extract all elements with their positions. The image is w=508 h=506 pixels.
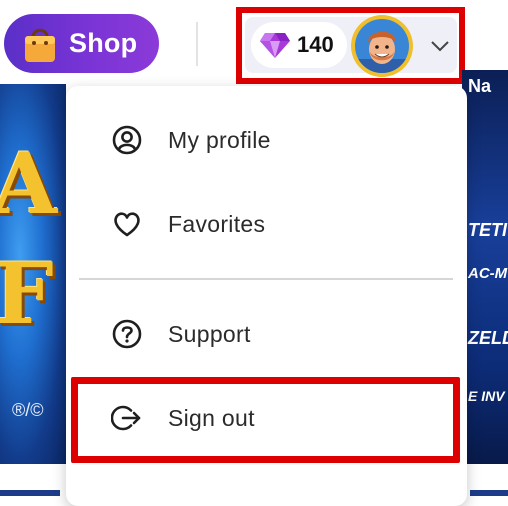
gem-icon bbox=[259, 31, 291, 59]
card-edge bbox=[470, 490, 508, 496]
menu-item-favorites[interactable]: Favorites bbox=[66, 189, 467, 259]
question-circle-icon bbox=[111, 318, 143, 350]
menu-item-label: Favorites bbox=[168, 210, 266, 237]
avatar[interactable] bbox=[351, 15, 413, 77]
menu-item-my-profile[interactable]: My profile bbox=[66, 105, 467, 175]
heart-icon bbox=[111, 208, 143, 240]
menu-item-support[interactable]: Support bbox=[66, 299, 467, 369]
shopping-bag-icon bbox=[22, 24, 58, 64]
banner-art-text-f: F bbox=[0, 244, 54, 343]
top-bar: Shop 140 bbox=[0, 0, 508, 84]
trademark-text: ®/© bbox=[12, 400, 44, 420]
menu-item-label: Support bbox=[168, 320, 251, 347]
gems-balance[interactable]: 140 bbox=[251, 22, 347, 68]
banner-art-text-a: A bbox=[0, 134, 58, 233]
sign-out-icon bbox=[110, 402, 143, 434]
game-thumb-label: TETI bbox=[468, 220, 507, 240]
game-thumb-label: E INV bbox=[468, 388, 505, 404]
card-edge bbox=[0, 490, 60, 496]
chevron-down-icon[interactable] bbox=[429, 35, 451, 57]
menu-divider bbox=[79, 278, 453, 280]
menu-item-sign-out[interactable]: Sign out bbox=[66, 383, 467, 453]
game-banner-left[interactable]: A F ®/© bbox=[0, 84, 66, 464]
menu-item-label: My profile bbox=[168, 126, 271, 153]
shop-label: Shop bbox=[69, 28, 138, 58]
game-list-right[interactable]: Na TETI AC-M ZELD E INV bbox=[462, 70, 508, 464]
game-thumb-label: Na bbox=[468, 76, 492, 96]
game-thumb-label: AC-M bbox=[468, 265, 508, 282]
menu-item-label: Sign out bbox=[168, 404, 255, 431]
shop-button[interactable]: Shop bbox=[4, 14, 159, 73]
account-area[interactable]: 140 bbox=[236, 7, 465, 84]
gems-count: 140 bbox=[297, 32, 334, 57]
game-thumb-label: ZELD bbox=[468, 328, 508, 348]
header-divider bbox=[196, 22, 198, 66]
account-controls: 140 bbox=[245, 15, 457, 77]
user-circle-icon bbox=[111, 124, 143, 156]
account-dropdown-menu: My profile Favorites Support Sign out bbox=[66, 86, 467, 506]
